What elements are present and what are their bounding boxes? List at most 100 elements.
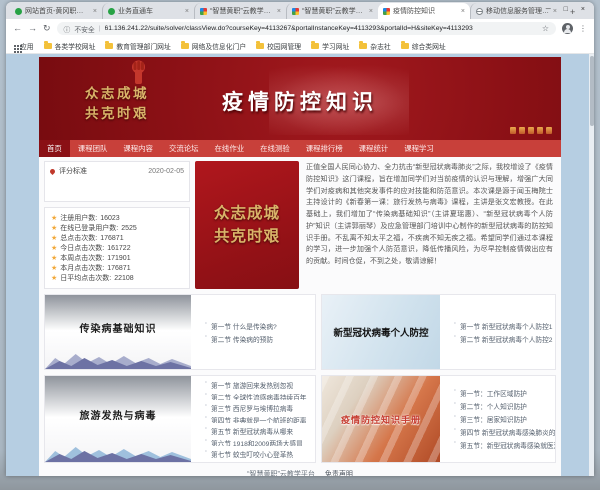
bookmark-item[interactable]: 网络及信息化门户: [181, 41, 246, 51]
bookmark-item[interactable]: 校园网管理: [256, 41, 301, 51]
tab-favicon: [383, 8, 390, 15]
course-cards: 传染病基础知识 第一节 什么是传染病? 第二节 传染病的预防: [44, 294, 556, 463]
chapter-link[interactable]: 第一节 什么是传染病?: [204, 321, 312, 331]
chapter-link[interactable]: 第二节 全球性流感病毒持续百年: [204, 392, 312, 401]
nav-item[interactable]: 交流论坛: [161, 140, 207, 157]
card-image-title: 疫情防控知识手册: [341, 413, 421, 426]
card-image-infectious[interactable]: 传染病基础知识: [45, 295, 191, 369]
stat-label: 本周点击次数:: [60, 253, 104, 263]
reload-icon[interactable]: ↻: [43, 24, 51, 33]
star-icon: [51, 264, 57, 272]
chapter-link[interactable]: 第四节 非典就是一个航班的距离: [204, 415, 312, 424]
tab-favicon: [108, 8, 115, 15]
page-scrollbar[interactable]: [589, 54, 594, 476]
star-icon: [51, 234, 57, 242]
url-input[interactable]: ⓘ 不安全 | 61.136.241.22/suite/solver/class…: [57, 22, 556, 35]
tab-close-icon[interactable]: ×: [93, 8, 97, 15]
scrollbar-thumb[interactable]: [590, 56, 594, 126]
nav-item[interactable]: 课程学习: [396, 140, 442, 157]
browser-tab[interactable]: “智慧黄职”云教学平台 ×: [286, 3, 378, 19]
folder-icon: [256, 43, 264, 49]
info-icon[interactable]: ⓘ: [64, 24, 71, 34]
chapter-link[interactable]: 第五节 新型冠状病毒从哪来: [204, 426, 312, 435]
chapter-link[interactable]: 第五节：新型冠状病毒感染就医流程: [453, 440, 556, 450]
nav-item[interactable]: 课程内容: [115, 140, 161, 157]
card-image-personal[interactable]: 新型冠状病毒个人防控: [322, 295, 440, 369]
stat-label: 日平均点击次数:: [60, 273, 111, 283]
course-title: 疫情防控知识: [39, 86, 561, 116]
bookmark-item[interactable]: 综合类网址: [401, 41, 446, 51]
pin-icon: [49, 167, 56, 174]
main-area: 评分标准 2020-02-05 注册用户数: 16023: [39, 157, 561, 465]
close-button[interactable]: ×: [581, 6, 585, 13]
course-intro-text: 正值全国人民同心协力、全力抗击“新型冠状病毒肺炎”之际，我校增设了《疫情防控知识…: [304, 161, 556, 289]
notice-link[interactable]: 评分标准: [59, 166, 87, 176]
chapter-link[interactable]: 第一节 新型冠状病毒个人防控1: [453, 321, 553, 331]
nav-item[interactable]: 首页: [39, 140, 70, 157]
url-text: 61.136.241.22/suite/solver/classView.do?…: [105, 25, 538, 32]
tab-title: “智慧黄职”云教学平台: [302, 6, 366, 16]
bookmark-item[interactable]: 杂志社: [359, 41, 390, 51]
bookmark-item[interactable]: 教育管理部门网址: [105, 41, 170, 51]
stat-value: 2525: [121, 225, 137, 232]
mountains-graphic: [45, 442, 191, 462]
chapter-link[interactable]: 第七节 蚊虫叮咬小心登革热: [204, 449, 312, 458]
stat-label: 注册用户数:: [60, 213, 97, 223]
chapter-link[interactable]: 第三节 西尼罗与埃博拉病毒: [204, 403, 312, 412]
profile-avatar[interactable]: [562, 23, 573, 34]
apps-button[interactable]: 应用: [14, 41, 34, 51]
nav-item[interactable]: 在线测验: [252, 140, 298, 157]
browser-tab[interactable]: 网站首页-黄冈职业技术学院 ×: [10, 3, 102, 19]
nav-item[interactable]: 课程团队: [70, 140, 116, 157]
stat-value: 171901: [107, 255, 130, 262]
star-icon: [51, 254, 57, 262]
chapter-link[interactable]: 第一节 旅游回来发热别忽视: [204, 380, 312, 389]
mountains-graphic: [45, 349, 191, 369]
chapter-link[interactable]: 第四节 新型冠状病毒感染肺炎的预防: [453, 427, 556, 437]
chapter-link[interactable]: 第三节：居家知识防护: [453, 414, 556, 424]
chapter-link[interactable]: 第一节：工作区域防护: [453, 388, 556, 398]
stat-label: 在线已登录用户数:: [60, 223, 118, 233]
url-divider: |: [99, 25, 101, 32]
footer-disclaimer-link[interactable]: 免责声明: [325, 469, 353, 476]
nav-item[interactable]: 课程排行榜: [298, 140, 351, 157]
stat-value: 161722: [107, 245, 130, 252]
tab-close-icon[interactable]: ×: [185, 8, 189, 15]
forward-icon[interactable]: →: [28, 24, 37, 33]
stats-box: 注册用户数: 16023 在线已登录用户数: 2525: [44, 207, 190, 289]
star-icon: [51, 224, 57, 232]
tab-close-icon[interactable]: ×: [277, 8, 281, 15]
sidebar: 评分标准 2020-02-05 注册用户数: 16023: [44, 161, 190, 289]
stat-label: 总点击次数:: [60, 233, 97, 243]
tab-favicon: [292, 8, 299, 15]
back-icon[interactable]: ←: [13, 24, 22, 33]
minimize-button[interactable]: ─: [546, 6, 551, 13]
tab-title: “智慧黄职”云教学平台: [210, 6, 274, 16]
bookmark-item[interactable]: 学习网址: [311, 41, 349, 51]
seal-icon: [519, 127, 525, 134]
seal-icon: [537, 127, 543, 134]
browser-tab[interactable]: “智慧黄职”云教学平台 ×: [194, 3, 286, 19]
card-image-travel[interactable]: 旅游发热与病毒: [45, 376, 191, 462]
card-image-manual[interactable]: 疫情防控知识手册: [322, 376, 440, 462]
chapter-link[interactable]: 第二节：个人知识防护: [453, 401, 556, 411]
chapter-link[interactable]: 第二节 新型冠状病毒个人防控2: [453, 334, 553, 344]
chapter-link[interactable]: 第六节 1918和2009两场大感冒: [204, 438, 312, 447]
page-footer: “智慧黄职”云教学平台 免责声明: [39, 465, 561, 476]
tab-favicon: [200, 8, 207, 15]
tab-close-icon[interactable]: ×: [461, 8, 465, 15]
tab-title: 疫情防控知识: [393, 6, 458, 16]
tab-close-icon[interactable]: ×: [369, 8, 373, 15]
bookmark-item[interactable]: 各类学校网址: [44, 41, 96, 51]
seal-icon: [528, 127, 534, 134]
chapter-link[interactable]: 第二节 传染病的预防: [204, 334, 312, 344]
folder-icon: [181, 43, 189, 49]
browser-tab[interactable]: 疫情防控知识 ×: [378, 3, 470, 19]
maximize-button[interactable]: □: [564, 6, 568, 13]
nav-item[interactable]: 课程统计: [351, 140, 397, 157]
folder-icon: [401, 43, 409, 49]
bookmark-star-icon[interactable]: ☆: [542, 24, 549, 33]
browser-tab[interactable]: 业务直通车 ×: [102, 3, 194, 19]
browser-menu-icon[interactable]: ⋮: [579, 24, 587, 33]
nav-item[interactable]: 在线作业: [207, 140, 253, 157]
